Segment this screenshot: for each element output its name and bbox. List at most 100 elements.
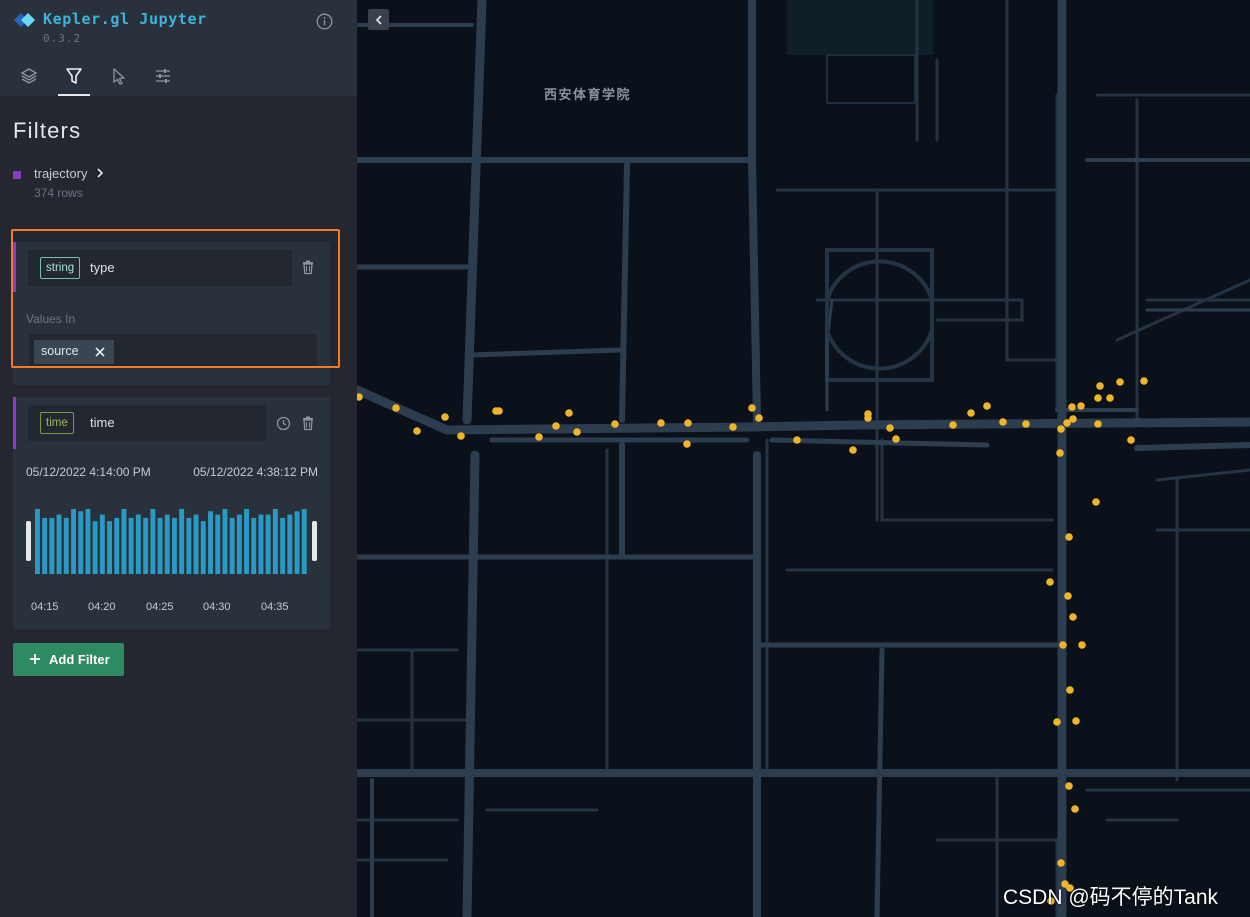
histogram-bar bbox=[42, 517, 48, 574]
settings-sliders-icon bbox=[156, 69, 170, 83]
app-version: 0.3.2 bbox=[43, 32, 82, 45]
histogram-bar bbox=[251, 517, 257, 574]
histogram-bar bbox=[222, 509, 228, 574]
tab-layers[interactable] bbox=[13, 62, 45, 96]
time-range-start: 05/12/2022 4:14:00 PM bbox=[26, 465, 151, 479]
histogram-bar bbox=[208, 511, 213, 574]
histogram-bar bbox=[56, 514, 62, 574]
watermark: CSDN @码不停的Tank bbox=[1003, 886, 1219, 909]
histogram-bar bbox=[99, 514, 105, 574]
filter-field-selector[interactable]: time time bbox=[28, 405, 266, 441]
histogram-bar bbox=[272, 509, 278, 574]
filter-card-time: time time 05/12/2022 4:14:00 PM 05/12/20… bbox=[13, 397, 330, 629]
value-chip-label: source bbox=[41, 344, 79, 358]
panel-title: Filters bbox=[13, 118, 82, 143]
histogram-bar bbox=[186, 517, 192, 574]
histogram-bar bbox=[265, 514, 271, 574]
filter-field-name: type bbox=[90, 260, 115, 275]
stadium-track bbox=[825, 259, 934, 371]
histogram-tick: 04:35 bbox=[261, 601, 289, 613]
filter-field-name: time bbox=[90, 415, 115, 430]
map-canvas[interactable] bbox=[357, 0, 1250, 917]
close-icon[interactable] bbox=[94, 346, 106, 358]
histogram-bar bbox=[301, 509, 307, 574]
info-icon[interactable] bbox=[316, 13, 333, 30]
app-title: Kepler.gl Jupyter bbox=[43, 10, 207, 28]
dataset-row-count: 374 rows bbox=[34, 186, 83, 200]
side-panel: Kepler.gl Jupyter 0.3.2 Filters trajecto… bbox=[0, 0, 357, 917]
histogram-tick: 04:20 bbox=[88, 601, 116, 613]
kepler-app: Kepler.gl Jupyter 0.3.2 Filters trajecto… bbox=[0, 0, 1250, 917]
histogram-bar bbox=[236, 514, 242, 574]
histogram-bar bbox=[164, 514, 170, 574]
values-in-label: Values In bbox=[26, 312, 76, 326]
histogram-bar bbox=[85, 509, 91, 574]
histogram-bar bbox=[193, 514, 199, 574]
histogram-bar bbox=[287, 514, 293, 574]
filter-icon bbox=[66, 68, 82, 84]
time-histogram[interactable] bbox=[26, 509, 318, 579]
histogram-bar bbox=[229, 517, 235, 574]
histogram-bar bbox=[114, 517, 120, 574]
histogram-bar bbox=[172, 517, 177, 574]
histogram-tick: 04:15 bbox=[31, 601, 59, 613]
plus-icon bbox=[30, 654, 40, 664]
value-chip: source bbox=[34, 340, 114, 364]
tab-base-map[interactable] bbox=[147, 62, 179, 96]
range-handle-left[interactable] bbox=[26, 521, 31, 561]
time-range-end: 05/12/2022 4:38:12 PM bbox=[193, 465, 318, 479]
side-panel-header: Kepler.gl Jupyter 0.3.2 bbox=[0, 0, 357, 96]
histogram-bar bbox=[49, 517, 55, 574]
histogram-bar bbox=[128, 517, 134, 574]
histogram-bar bbox=[294, 511, 300, 574]
filter-field-selector[interactable]: string type bbox=[28, 250, 292, 286]
histogram-bars bbox=[35, 509, 307, 574]
histogram-tick: 04:30 bbox=[203, 601, 231, 613]
histogram-bar bbox=[107, 521, 112, 574]
tab-filters[interactable] bbox=[58, 62, 90, 96]
histogram-bar bbox=[71, 509, 76, 574]
histogram-bar bbox=[157, 517, 163, 574]
range-handle-right[interactable] bbox=[312, 521, 317, 561]
histogram-bar bbox=[280, 517, 286, 574]
map-block bbox=[826, 54, 916, 104]
trash-icon[interactable] bbox=[300, 415, 316, 431]
map-poi-label: 西安体育学院 bbox=[544, 87, 632, 102]
collapse-sidebar-button[interactable] bbox=[368, 9, 389, 30]
histogram-bar bbox=[200, 521, 206, 574]
histogram-bar bbox=[78, 511, 84, 574]
kepler-logo-icon bbox=[14, 13, 35, 27]
histogram-bar bbox=[215, 514, 221, 574]
histogram-bar bbox=[35, 509, 40, 574]
trash-icon[interactable] bbox=[300, 259, 316, 275]
chevron-right-icon[interactable] bbox=[95, 167, 105, 179]
histogram-bar bbox=[143, 517, 149, 574]
chevron-left-icon bbox=[375, 14, 382, 25]
filter-dataset-accent bbox=[13, 242, 16, 292]
histogram-bar bbox=[258, 514, 264, 574]
histogram-tick: 04:25 bbox=[146, 601, 174, 613]
add-filter-button[interactable]: Add Filter bbox=[13, 643, 124, 676]
panel-tab-bar bbox=[0, 62, 357, 96]
field-type-pill: time bbox=[40, 412, 74, 434]
histogram-bar bbox=[135, 514, 141, 574]
values-in-select[interactable]: source bbox=[29, 334, 317, 368]
layers-icon bbox=[20, 68, 38, 84]
filter-card-type: string type Values In source bbox=[13, 242, 330, 385]
map-roads bbox=[357, 0, 1250, 917]
add-filter-label: Add Filter bbox=[49, 652, 110, 667]
histogram-bar bbox=[92, 521, 98, 574]
tab-interactions[interactable] bbox=[103, 62, 135, 96]
histogram-bar bbox=[150, 509, 156, 574]
cursor-icon bbox=[113, 68, 125, 85]
dataset-color-swatch bbox=[13, 171, 21, 179]
filter-dataset-accent bbox=[13, 397, 16, 449]
major-roads bbox=[357, 0, 1250, 917]
histogram-bar bbox=[121, 509, 127, 574]
field-type-pill: string bbox=[40, 257, 81, 279]
clock-icon[interactable] bbox=[276, 416, 291, 431]
histogram-bar bbox=[244, 509, 249, 574]
histogram-bar bbox=[63, 517, 69, 574]
dataset-name[interactable]: trajectory bbox=[34, 166, 87, 181]
minor-roads bbox=[357, 0, 1250, 917]
